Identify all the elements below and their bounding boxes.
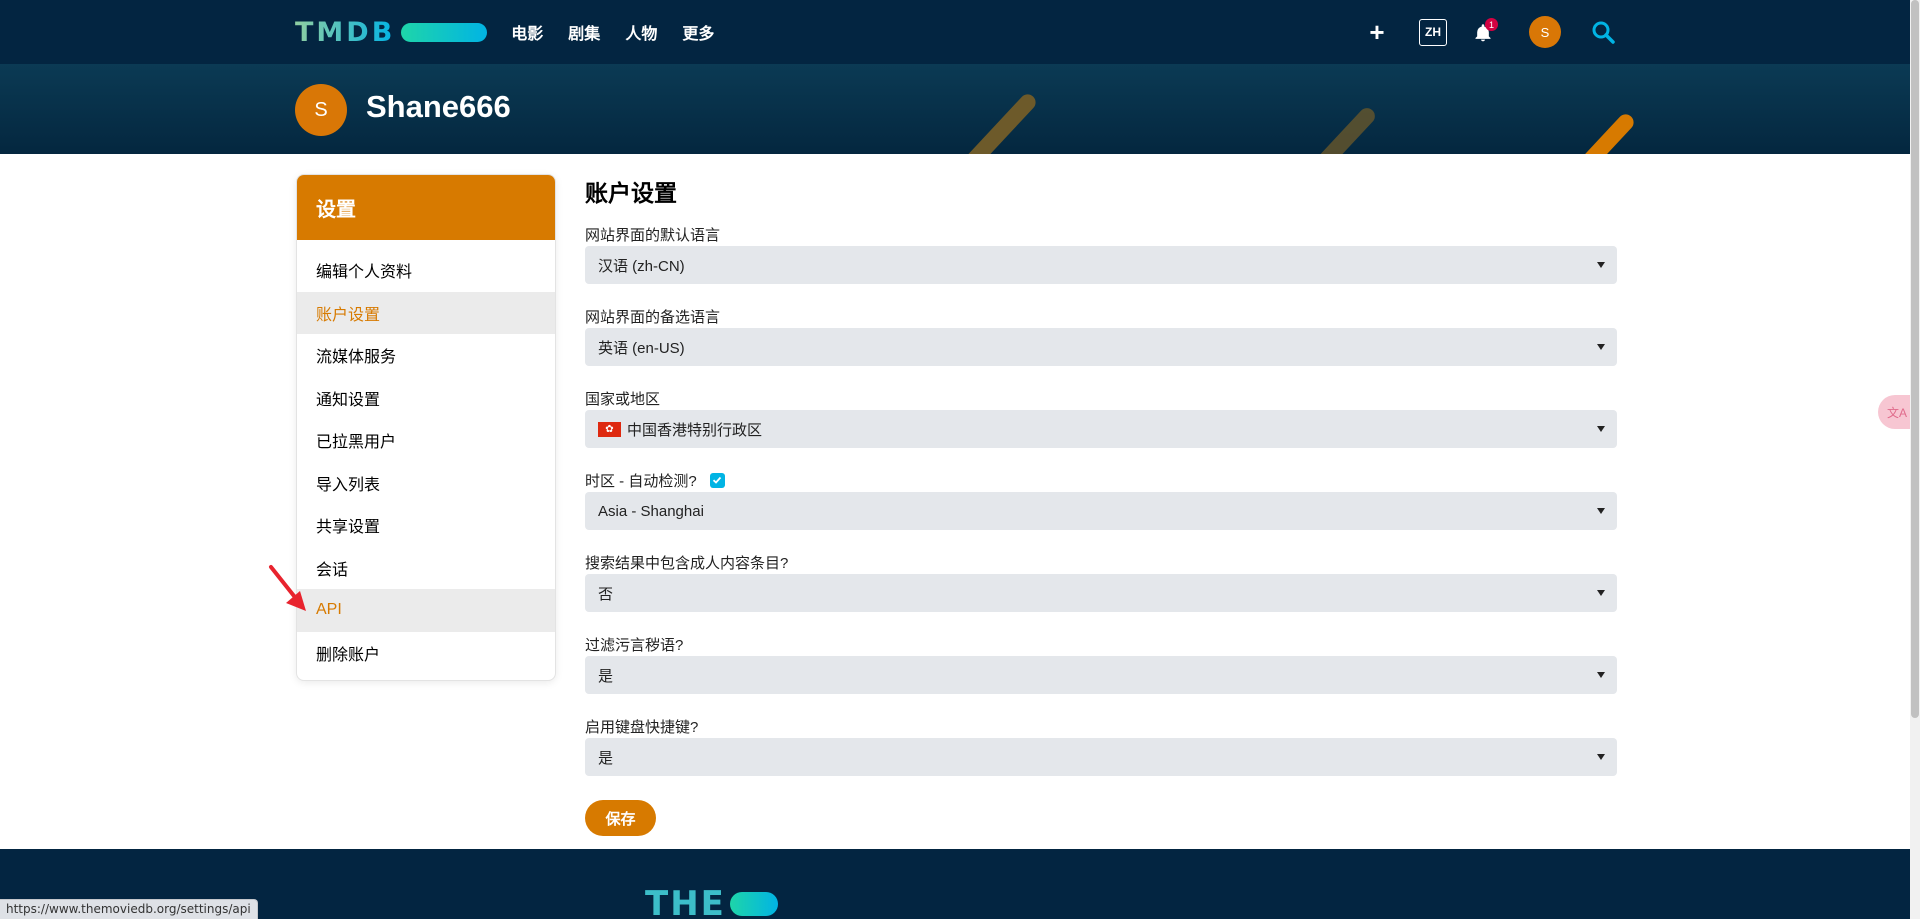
notifications-button[interactable]: 1 [1473,18,1498,44]
caret-down-icon [1597,344,1605,350]
caret-down-icon [1597,508,1605,514]
footer-logo-text: THE [645,884,726,919]
field-label: 网站界面的备选语言 [585,308,721,326]
menu-item-more[interactable]: 更多 [682,20,714,44]
checkmark-icon [713,476,722,484]
menu-item-movies[interactable]: 电影 [511,20,543,44]
caret-down-icon [1597,426,1605,432]
caret-down-icon [1597,262,1605,268]
sidebar-item-delete-account[interactable]: 删除账户 [297,632,555,675]
footer-logo-pill [729,892,778,916]
timezone-select[interactable]: Asia - Shanghai [585,492,1617,530]
field-label: 网站界面的默认语言 [585,226,721,244]
sidebar-item-blocked-users[interactable]: 已拉黑用户 [297,419,555,462]
field-label: 启用键盘快捷键? [585,718,699,736]
save-button[interactable]: 保存 [585,800,656,836]
footer-logo[interactable]: THE [645,884,778,919]
country-select[interactable]: ✿ 中国香港特别行政区 [585,410,1617,448]
menu-item-people[interactable]: 人物 [625,20,657,44]
sidebar-item-sessions[interactable]: 会话 [297,547,555,590]
select-value: 英语 (en-US) [598,339,685,357]
profile-username[interactable]: Shane666 [366,89,511,125]
sidebar-item-account-settings[interactable]: 账户设置 [297,291,555,334]
caret-down-icon [1597,754,1605,760]
timezone-label-text: 时区 - 自动检测? [585,472,697,490]
red-arrow-icon [269,565,306,611]
menu-item-tv[interactable]: 剧集 [568,20,600,44]
settings-sidebar: 设置 编辑个人资料 账户设置 流媒体服务 通知设置 已拉黑用户 导入列表 共享设… [296,174,556,681]
sidebar-item-sharing[interactable]: 共享设置 [297,504,555,547]
profile-avatar[interactable]: S [295,84,347,136]
tmdb-logo[interactable]: TMDB [295,16,488,48]
caret-down-icon [1597,672,1605,678]
adult-content-select[interactable]: 否 [585,574,1617,612]
profanity-filter-select[interactable]: 是 [585,656,1617,694]
select-value: 中国香港特别行政区 [627,421,763,439]
select-value: 汉语 (zh-CN) [598,257,685,275]
site-footer: THE [0,849,1910,919]
scrollbar-thumb[interactable] [1911,0,1919,718]
select-value: 是 [598,749,614,767]
caret-down-icon [1597,590,1605,596]
keyboard-shortcuts-select[interactable]: 是 [585,738,1617,776]
sidebar-item-streaming-services[interactable]: 流媒体服务 [297,334,555,377]
field-label: 过滤污言秽语? [585,636,684,654]
notification-count-badge: 1 [1485,18,1498,31]
decorative-stripe [952,91,1039,154]
profile-header-band: S Shane666 [0,64,1920,154]
search-icon[interactable] [1591,20,1615,44]
status-url-preview: https://www.themoviedb.org/settings/api [0,899,258,919]
field-country: 国家或地区 ✿ 中国香港特别行政区 [585,390,1617,448]
select-value: 否 [598,585,614,603]
field-profanity-filter: 过滤污言秽语? 是 [585,636,1617,694]
nav-actions: + ZH 1 S [1365,0,1615,64]
page-scrollbar[interactable] [1910,0,1920,919]
field-adult-content: 搜索结果中包含成人内容条目? 否 [585,554,1617,612]
field-default-language: 网站界面的默认语言 汉语 (zh-CN) [585,226,1617,284]
sidebar-item-import-list[interactable]: 导入列表 [297,462,555,505]
field-label: 搜索结果中包含成人内容条目? [585,554,789,572]
sidebar-item-notifications[interactable]: 通知设置 [297,377,555,420]
default-language-select[interactable]: 汉语 (zh-CN) [585,246,1617,284]
field-label: 国家或地区 [585,390,661,408]
logo-pill-shape [401,22,488,42]
auto-detect-checkbox[interactable] [709,472,725,488]
hk-flag-icon: ✿ [598,421,621,437]
sidebar-item-edit-profile[interactable]: 编辑个人资料 [297,249,555,292]
sidebar-item-api[interactable]: API [297,589,555,632]
sidebar-title: 设置 [297,175,555,240]
user-avatar[interactable]: S [1529,16,1561,48]
logo-text: TMDB [295,16,396,48]
fallback-language-select[interactable]: 英语 (en-US) [585,328,1617,366]
select-value: Asia - Shanghai [598,502,704,520]
field-label: 时区 - 自动检测? [585,472,1617,490]
top-navbar: TMDB 电影 剧集 人物 更多 + ZH 1 S [0,0,1920,64]
select-value: 是 [598,667,614,685]
decorative-stripe [1264,104,1379,154]
add-plus-icon[interactable]: + [1365,19,1389,45]
language-button[interactable]: ZH [1419,18,1447,46]
account-settings-form: 账户设置 网站界面的默认语言 汉语 (zh-CN) 网站界面的备选语言 英语 (… [585,174,1617,836]
main-menu: 电影 剧集 人物 更多 [511,20,714,44]
sidebar-menu: 编辑个人资料 账户设置 流媒体服务 通知设置 已拉黑用户 导入列表 共享设置 会… [297,240,555,674]
page-title: 账户设置 [585,180,677,206]
field-keyboard-shortcuts: 启用键盘快捷键? 是 [585,718,1617,776]
field-timezone: 时区 - 自动检测? Asia - Shanghai [585,472,1617,530]
decorative-stripe [1550,111,1637,154]
field-fallback-language: 网站界面的备选语言 英语 (en-US) [585,308,1617,366]
